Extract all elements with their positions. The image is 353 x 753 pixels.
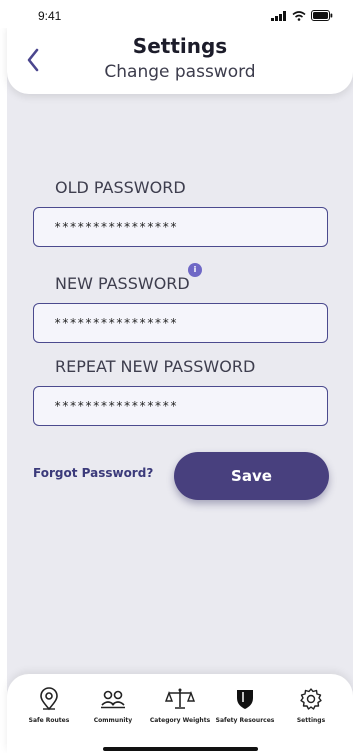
forgot-password-link[interactable]: Forgot Password?: [33, 466, 153, 480]
people-icon: [101, 690, 125, 709]
scale-icon: [165, 688, 195, 709]
page-subtitle: Change password: [104, 62, 256, 82]
gear-icon: [300, 688, 322, 710]
shield-icon: [237, 690, 253, 709]
tab-label: Category Weights: [149, 717, 211, 724]
tab-safe-routes[interactable]: Safe Routes: [17, 686, 81, 724]
map-pin-icon: [40, 687, 58, 711]
status-bar: 9:41: [0, 0, 353, 28]
battery-icon: [311, 10, 333, 21]
home-indicator: [103, 747, 258, 751]
tab-settings[interactable]: Settings: [279, 686, 343, 724]
save-button[interactable]: Save: [174, 452, 329, 500]
new-password-field[interactable]: [33, 303, 328, 343]
tab-label: Settings: [296, 717, 326, 724]
old-password-field[interactable]: [33, 207, 328, 247]
tab-label: Community: [93, 717, 133, 724]
info-icon[interactable]: i: [188, 263, 202, 277]
page-title: Settings: [132, 34, 228, 58]
old-password-label: OLD PASSWORD: [55, 178, 186, 197]
header: Settings Change password: [7, 24, 353, 94]
tab-safety-resources[interactable]: Safety Resources: [213, 686, 277, 724]
status-icons: [271, 10, 333, 21]
status-time: 9:41: [38, 9, 62, 23]
signal-icon: [271, 10, 286, 21]
tab-category-weights[interactable]: Category Weights: [148, 686, 212, 724]
tab-bar: Safe Routes Community Category Weights S…: [7, 674, 353, 753]
screen-background: [7, 0, 353, 753]
repeat-password-label: REPEAT NEW PASSWORD: [55, 357, 256, 376]
tab-community[interactable]: Community: [81, 686, 145, 724]
tab-label: Safety Resources: [215, 717, 275, 724]
wifi-icon: [292, 10, 306, 21]
tab-label: Safe Routes: [28, 717, 70, 724]
new-password-label: NEW PASSWORD: [55, 274, 190, 293]
repeat-password-field[interactable]: [33, 386, 328, 426]
